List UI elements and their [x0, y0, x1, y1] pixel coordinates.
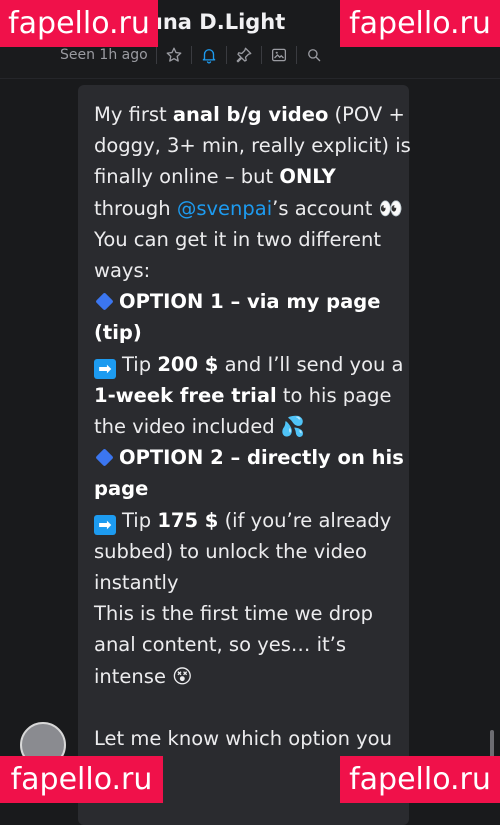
text-run: doggy, 3+ min, really explicit) is [94, 134, 411, 158]
message-line: My first anal b/g video (POV + [94, 99, 405, 130]
message-line: intense 😵 [94, 661, 394, 692]
message-bubble: My first anal b/g video (POV + doggy, 3+ … [78, 85, 411, 825]
text-run: through [94, 196, 177, 220]
message-text: My first anal b/g video (POV + doggy, 3+ … [94, 99, 411, 785]
text-run: anal content, so yes… it’s [94, 633, 347, 657]
message-line: ➡ Tip 200 $ and I’ll send you a [94, 349, 404, 380]
diamond-icon [95, 292, 114, 311]
text-run: subbed) to unlock the video [94, 539, 367, 563]
bold-text: 1-week free trial [94, 383, 277, 407]
star-icon[interactable] [165, 46, 183, 64]
text-run: intense 😵 [94, 664, 193, 688]
pin-icon[interactable] [235, 46, 253, 64]
text-run: My first [94, 103, 173, 126]
message-line: OPTION 1 – via my page [94, 286, 394, 317]
message-line: anal content, so yes… it’s [94, 629, 394, 660]
text-run: Let me know which option you [94, 727, 392, 751]
text-run: Tip [122, 352, 158, 376]
bold-text: 200 $ [157, 352, 219, 376]
text-run: This is the first time we drop [94, 602, 373, 626]
text-run: the video included 💦 [94, 415, 306, 439]
text-run: ’s account 👀 [272, 196, 403, 220]
watermark-top-right: fapello.ru [340, 0, 500, 47]
bold-text: 175 $ [157, 508, 219, 532]
divider [225, 46, 227, 64]
seen-status: Seen 1h ago [60, 47, 148, 63]
message-line: ways: [94, 255, 394, 286]
bold-text: page [94, 477, 149, 501]
message-line: page [94, 473, 394, 504]
message-line: subbed) to unlock the video [94, 536, 394, 567]
bold-text: ONLY [279, 165, 336, 189]
mention-link[interactable]: @svenpai [177, 197, 272, 220]
text-run: and I’ll send you a [218, 352, 404, 376]
message-line: Let me know which option you [94, 723, 394, 754]
watermark-bottom-right: fapello.ru [340, 756, 500, 803]
divider [295, 46, 297, 64]
bold-text: (tip) [94, 321, 142, 345]
divider [155, 46, 157, 64]
watermark-top-left: fapello.ru [0, 0, 158, 47]
arrow-right-icon: ➡ [94, 358, 116, 379]
text-run: finally online – but [94, 165, 280, 189]
bold-text: OPTION 1 – via my page [119, 290, 381, 314]
message-line: ➡ Tip 175 $ (if you’re already [94, 505, 394, 536]
search-icon[interactable] [305, 46, 323, 64]
message-line: through @svenpai’s account 👀 [94, 193, 403, 224]
message-line: This is the first time we drop [94, 598, 394, 629]
chat-meta-bar: Seen 1h ago [60, 44, 323, 66]
text-run: instantly [94, 571, 179, 595]
bell-icon[interactable] [200, 46, 218, 64]
message-line: 1-week free trial to his page [94, 380, 394, 411]
text-run: (POV + [328, 103, 405, 126]
text-run: You can get it in two different [94, 227, 382, 251]
message-line: OPTION 2 – directly on his [94, 442, 404, 473]
message-line: finally online – but ONLY [94, 161, 394, 192]
arrow-right-icon: ➡ [94, 514, 116, 535]
text-run: (if you’re already [218, 508, 392, 532]
bold-text: anal b/g video [172, 103, 329, 126]
watermark-bottom-left: fapello.ru [0, 756, 163, 803]
message-line: (tip) [94, 317, 394, 348]
bold-text: OPTION 2 – directly on his [119, 446, 404, 470]
divider [190, 46, 192, 64]
message-line: instantly [94, 567, 394, 598]
text-run: ways: [94, 259, 151, 283]
diamond-icon [95, 448, 114, 467]
text-run: Tip [122, 508, 158, 532]
divider [260, 46, 262, 64]
message-line: doggy, 3+ min, really explicit) is [94, 130, 411, 161]
message-line: the video included 💦 [94, 411, 394, 442]
message-line: You can get it in two different [94, 224, 394, 255]
text-run: to his page [276, 383, 392, 407]
image-icon[interactable] [270, 46, 288, 64]
